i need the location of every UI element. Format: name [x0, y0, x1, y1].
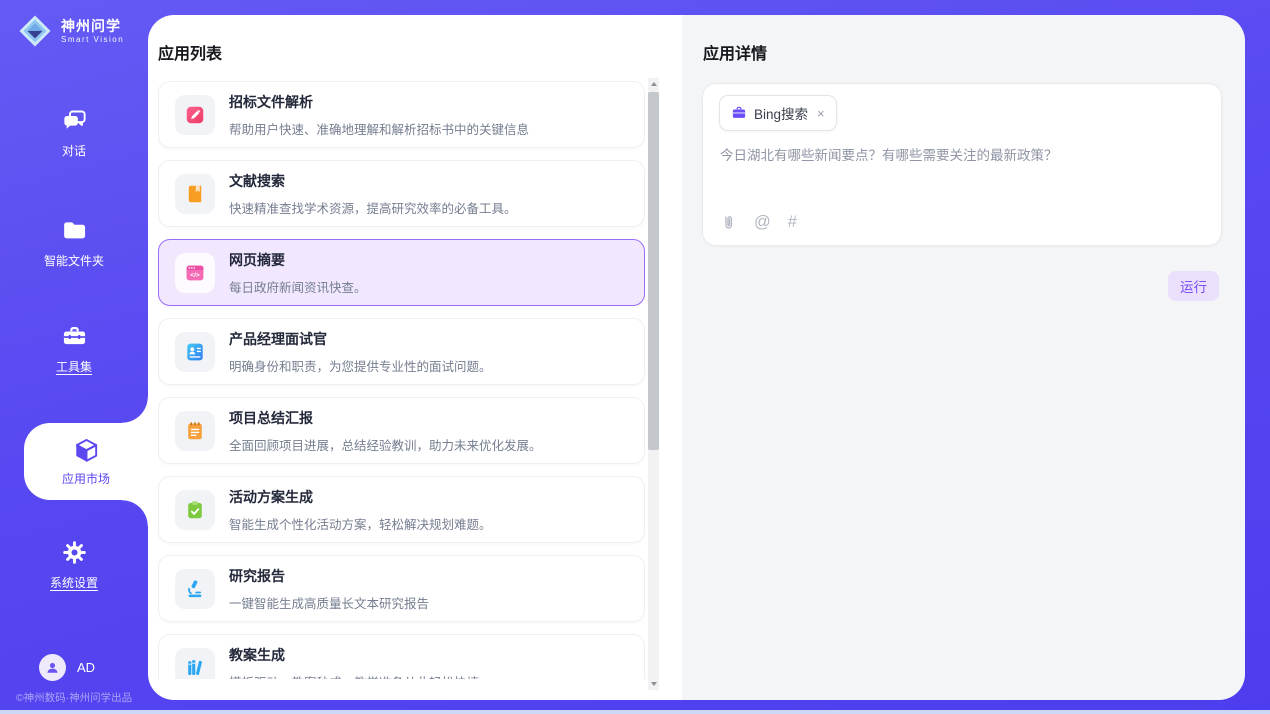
app-card-web[interactable]: 网页摘要 每日政府新闻资讯快查。 — [158, 239, 645, 306]
sidebar-item-folder[interactable]: 智能文件夹 — [0, 217, 148, 269]
sidebar-nav: 对话 智能文件夹 工具集 应用市场 系统设置 — [0, 0, 148, 714]
avatar[interactable] — [39, 654, 66, 681]
app-card-title: 产品经理面试官 — [229, 329, 492, 349]
app-card-title: 招标文件解析 — [229, 92, 529, 112]
app-card-research[interactable]: 研究报告 一键智能生成高质量长文本研究报告 — [158, 555, 645, 622]
book-icon — [175, 174, 215, 214]
app-card-title: 研究报告 — [229, 566, 429, 586]
app-card-desc: 帮助用户快速、准确地理解和解析招标书中的关键信息 — [229, 119, 529, 138]
briefcase-icon — [731, 105, 747, 121]
paperclip-icon[interactable] — [720, 214, 737, 231]
sidebar-footer: ©神州数码·神州问学出品 — [0, 690, 148, 705]
person-icon — [44, 659, 61, 676]
microscope-icon — [175, 569, 215, 609]
window-bottom-strip — [0, 710, 1270, 714]
app-card-list: 招标文件解析 帮助用户快速、准确地理解和解析招标书中的关键信息 文献搜索 快速精… — [158, 81, 645, 679]
triangle-down-icon — [651, 682, 657, 686]
interviewer-icon — [175, 332, 215, 372]
app-card-desc: 智能生成个性化活动方案，轻松解决规划难题。 — [229, 514, 492, 533]
chat-bubbles-icon — [61, 107, 88, 134]
app-card-desc: 每日政府新闻资讯快查。 — [229, 277, 367, 296]
at-mention-icon[interactable]: @ — [754, 213, 771, 232]
app-card-bid[interactable]: 招标文件解析 帮助用户快速、准确地理解和解析招标书中的关键信息 — [158, 81, 645, 148]
gear-icon — [61, 539, 88, 566]
app-detail-title: 应用详情 — [703, 40, 767, 64]
app-card-title: 网页摘要 — [229, 250, 367, 270]
scrollbar-thumb[interactable] — [648, 92, 659, 450]
app-card-desc: 明确身份和职责，为您提供专业性的面试问题。 — [229, 356, 492, 375]
query-input[interactable]: 今日湖北有哪些新闻要点？有哪些需要关注的最新政策？ — [720, 146, 1204, 166]
cube-icon — [73, 437, 100, 464]
sidebar: 神州问学 Smart Vision 对话 智能文件夹 工具集 应用市场 系统设置 — [0, 0, 148, 714]
app-card-title: 活动方案生成 — [229, 487, 492, 507]
toolbox-icon — [61, 323, 88, 350]
app-card-activity[interactable]: 活动方案生成 智能生成个性化活动方案，轻松解决规划难题。 — [158, 476, 645, 543]
triangle-up-icon — [651, 82, 657, 86]
user-profile[interactable]: AD — [39, 654, 95, 681]
app-card-title: 教案生成 — [229, 645, 479, 665]
app-card-desc: 模板驱动，教案秒成，教学准备从此轻松快捷 — [229, 672, 479, 680]
attachment-toolbar: @ # — [720, 213, 797, 232]
app-card-lesson[interactable]: 教案生成 模板驱动，教案秒成，教学准备从此轻松快捷 — [158, 634, 645, 679]
app-card-desc: 快速精准查找学术资源，提高研究效率的必备工具。 — [229, 198, 517, 217]
edit-document-icon — [175, 95, 215, 135]
app-card-title: 项目总结汇报 — [229, 408, 542, 428]
app-card-interview[interactable]: 产品经理面试官 明确身份和职责，为您提供专业性的面试问题。 — [158, 318, 645, 385]
app-card-desc: 一键智能生成高质量长文本研究报告 — [229, 593, 429, 612]
tool-tag-label: Bing搜索 — [754, 103, 808, 123]
app-card-summary[interactable]: 项目总结汇报 全面回顾项目进展，总结经验教训，助力未来优化发展。 — [158, 397, 645, 464]
sidebar-item-settings[interactable]: 系统设置 — [0, 539, 148, 591]
smart-folder-icon — [61, 217, 88, 244]
clipboard-check-icon — [175, 490, 215, 530]
scroll-down-button[interactable] — [648, 678, 659, 690]
scroll-up-button[interactable] — [648, 78, 659, 90]
app-card-title: 文献搜索 — [229, 171, 517, 191]
scrollbar[interactable] — [648, 78, 659, 690]
app-detail-panel: 应用详情 Bing搜索 × 今日湖北有哪些新闻要点？有哪些需要关注的最新政策？ … — [682, 15, 1245, 700]
sidebar-item-market[interactable]: 应用市场 — [24, 423, 148, 500]
run-button[interactable]: 运行 — [1168, 271, 1219, 301]
content-area: 应用列表 招标文件解析 帮助用户快速、准确地理解和解析招标书中的关键信息 文献搜… — [148, 15, 1245, 700]
app-card-desc: 全面回顾项目进展，总结经验教训，助力未来优化发展。 — [229, 435, 542, 454]
web-code-icon — [175, 253, 215, 293]
tool-tag-bing-search[interactable]: Bing搜索 × — [719, 95, 837, 131]
close-icon[interactable]: × — [817, 107, 825, 120]
hash-icon[interactable]: # — [788, 213, 797, 232]
user-initials: AD — [77, 660, 95, 675]
app-card-literature[interactable]: 文献搜索 快速精准查找学术资源，提高研究效率的必备工具。 — [158, 160, 645, 227]
books-icon — [175, 648, 215, 680]
sidebar-item-chat[interactable]: 对话 — [0, 107, 148, 159]
query-card: Bing搜索 × 今日湖北有哪些新闻要点？有哪些需要关注的最新政策？ @ # — [702, 83, 1222, 246]
sidebar-item-toolbox[interactable]: 工具集 — [0, 323, 148, 375]
app-list-title: 应用列表 — [158, 40, 222, 64]
notepad-icon — [175, 411, 215, 451]
app-list-panel: 应用列表 招标文件解析 帮助用户快速、准确地理解和解析招标书中的关键信息 文献搜… — [148, 15, 682, 700]
